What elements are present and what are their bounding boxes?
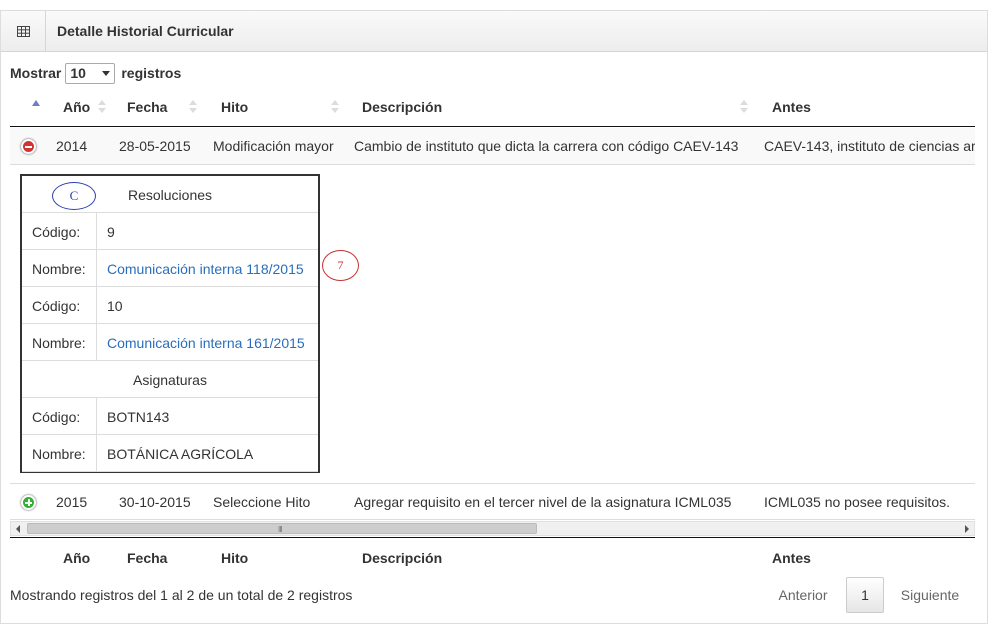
cell-description: Cambio de instituto que dicta la carrera…: [354, 138, 739, 154]
table-grid-svg: [16, 25, 30, 37]
panel-heading: Detalle Historial Curricular: [1, 11, 987, 52]
detail-row: Nombre: BOTÁNICA AGRÍCOLA: [22, 435, 318, 472]
code-value: 10: [107, 298, 123, 314]
resolution-link[interactable]: Comunicación interna 161/2015: [107, 335, 305, 351]
table-footer: Año Fecha Hito Descripción Antes: [10, 537, 975, 574]
previous-page-button[interactable]: Anterior: [767, 577, 839, 613]
cell-before: CAEV-143, instituto de ciencias ar: [764, 138, 975, 154]
column-header-description[interactable]: Descripción: [362, 99, 442, 115]
scrollbar-thumb[interactable]: III: [27, 523, 537, 534]
footer-header-date: Fecha: [127, 550, 168, 566]
name-label: Nombre:: [32, 261, 86, 277]
table-grid-icon[interactable]: [1, 11, 46, 51]
cell-date: 28-05-2015: [119, 138, 191, 154]
page-1-button[interactable]: 1: [846, 577, 884, 613]
column-header-before[interactable]: Antes: [772, 99, 811, 115]
sort-icon[interactable]: [189, 100, 197, 114]
records-per-page-select[interactable]: 10: [65, 62, 116, 84]
cell-year: 2015: [56, 494, 88, 510]
records-per-page: Mostrar 10 registros: [10, 62, 181, 84]
records-per-page-value: 10: [70, 65, 86, 81]
name-label: Nombre:: [32, 446, 86, 462]
detail-row: Nombre: Comunicación interna 161/2015: [22, 324, 318, 361]
sort-icon[interactable]: [98, 100, 106, 114]
cell-date: 30-10-2015: [119, 494, 191, 510]
footer-header-description: Descripción: [362, 550, 443, 566]
chevron-down-icon: [102, 70, 111, 76]
resolution-link[interactable]: Comunicación interna 118/2015: [107, 261, 304, 277]
cell-year: 2014: [56, 138, 88, 154]
asignaturas-header: Asignaturas: [133, 372, 207, 388]
table-row[interactable]: 2015 30-10-2015 Seleccione Hito Agregar …: [10, 483, 975, 520]
code-value: BOTN143: [107, 409, 170, 425]
detail-row: Código: 9: [22, 213, 318, 250]
cell-milestone: Seleccione Hito: [213, 494, 311, 510]
sort-icon[interactable]: [740, 100, 748, 114]
asignaturas-header-row: Asignaturas: [22, 361, 318, 398]
code-label: Código:: [32, 298, 81, 314]
collapse-row-icon[interactable]: [21, 139, 36, 154]
cell-milestone: Modificación mayor: [213, 138, 334, 154]
footer-header-year: Año: [63, 550, 91, 566]
panel-title: Detalle Historial Curricular: [57, 23, 234, 39]
column-header-date[interactable]: Fecha: [127, 99, 167, 115]
sort-ascending-icon[interactable]: [32, 100, 40, 106]
subject-name: BOTÁNICA AGRÍCOLA: [107, 446, 254, 462]
cell-before: ICML035 no posee requisitos.: [764, 494, 950, 510]
table-row[interactable]: 2014 28-05-2015 Modificación mayor Cambi…: [10, 128, 975, 165]
expand-row-icon[interactable]: [21, 495, 36, 510]
cell-description: Agregar requisito en el tercer nivel de …: [354, 494, 732, 510]
row-detail: Resoluciones Código: 9 Nombre: Comunicac…: [10, 166, 975, 483]
length-prefix: Mostrar: [10, 65, 62, 81]
detail-row: Código: 10: [22, 287, 318, 324]
code-value: 9: [107, 224, 115, 240]
annotation-mark-c: C: [52, 182, 96, 210]
column-header-year[interactable]: Año: [63, 99, 90, 115]
table-header: Año Fecha Hito Descripción Antes: [10, 90, 975, 127]
scrollbar-grip: III: [278, 525, 283, 534]
detail-row: Nombre: Comunicación interna 118/2015: [22, 250, 318, 287]
code-label: Código:: [32, 224, 81, 240]
annotation-mark-7: 7: [322, 250, 359, 281]
table-info: Mostrando registros del 1 al 2 de un tot…: [10, 587, 353, 603]
scroll-right-icon[interactable]: [965, 525, 969, 533]
detail-row: Código: BOTN143: [22, 398, 318, 435]
footer-header-milestone: Hito: [221, 550, 249, 566]
length-suffix: registros: [121, 65, 182, 81]
column-header-milestone[interactable]: Hito: [221, 99, 248, 115]
next-page-button[interactable]: Siguiente: [891, 577, 969, 613]
name-label: Nombre:: [32, 335, 86, 351]
history-table: Año Fecha Hito Descripción Antes 2014 28…: [10, 90, 975, 521]
code-label: Código:: [32, 409, 81, 425]
detail-table: Resoluciones Código: 9 Nombre: Comunicac…: [20, 174, 320, 473]
footer-header-before: Antes: [772, 550, 811, 566]
horizontal-scrollbar[interactable]: III: [10, 521, 975, 536]
scroll-left-icon[interactable]: [16, 525, 20, 533]
sort-icon[interactable]: [331, 100, 339, 114]
